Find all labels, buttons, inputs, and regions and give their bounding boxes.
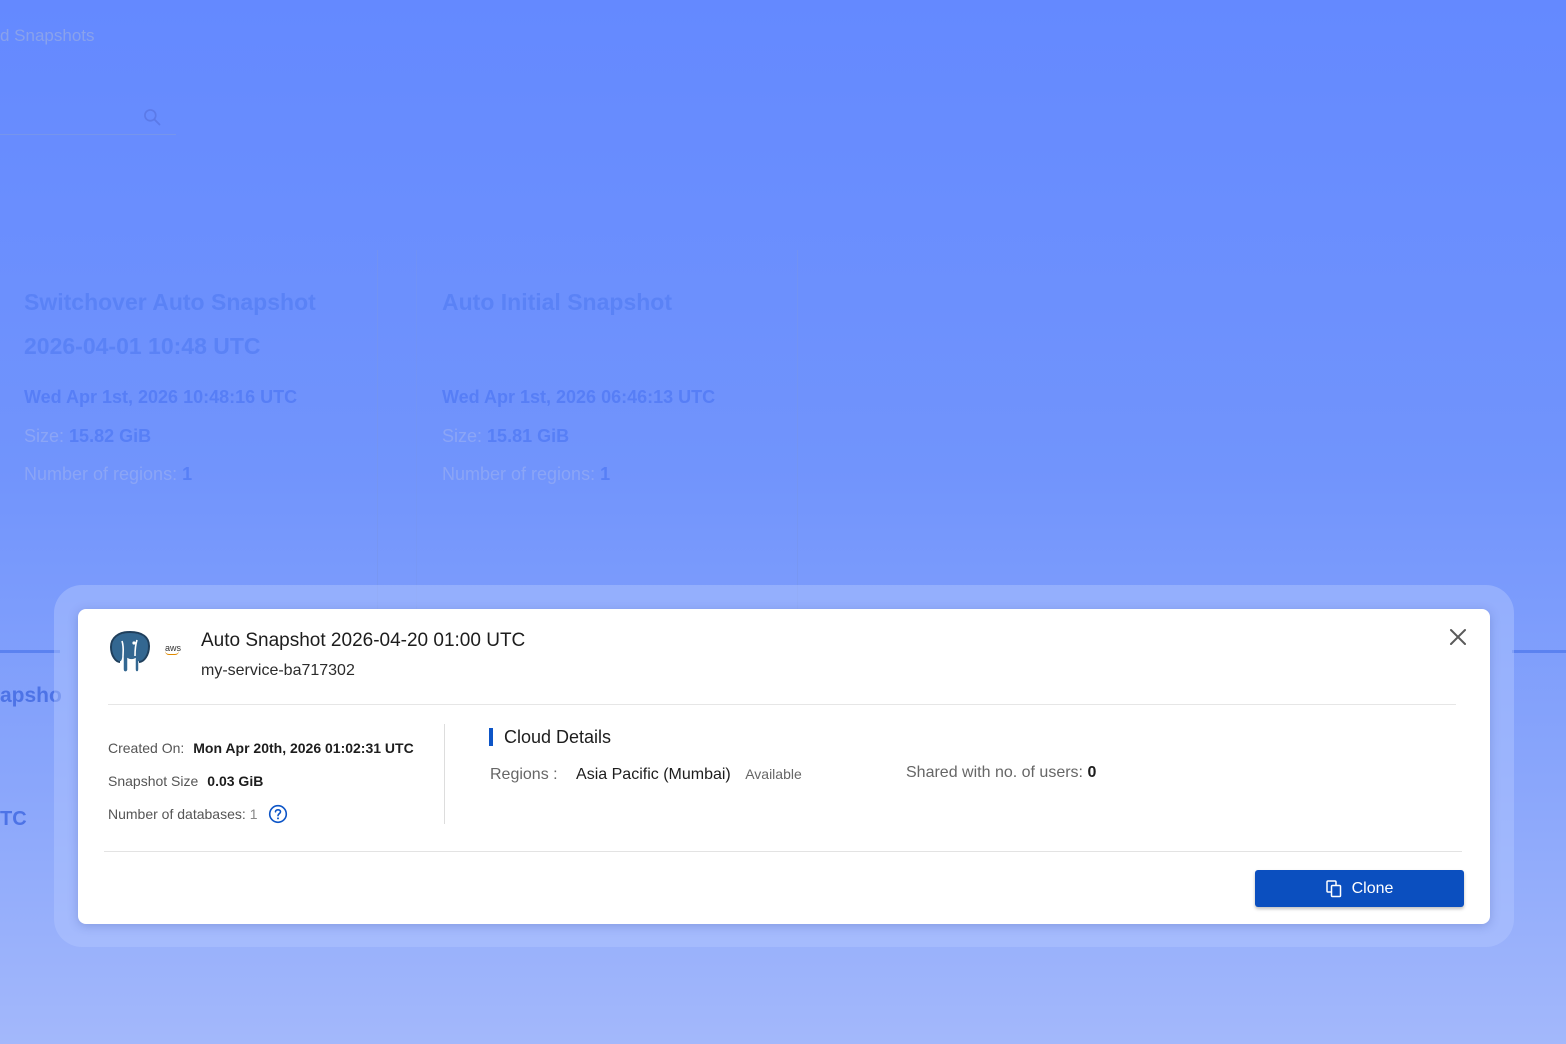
section-title-fragment: apsho xyxy=(0,684,62,707)
aws-logo-icon: aws xyxy=(165,643,182,655)
copy-icon xyxy=(1325,879,1341,897)
snapshot-card-size: Size: 15.82 GiB xyxy=(24,426,152,446)
header-divider xyxy=(108,704,1456,705)
help-icon[interactable] xyxy=(268,804,288,824)
snapshot-card-title: Switchover Auto Snapshot 2026-04-01 10:4… xyxy=(24,289,316,359)
regions-label: Regions : xyxy=(490,766,558,783)
snapshot-size-row: Snapshot Size 0.03 GiB xyxy=(108,772,264,789)
vertical-divider xyxy=(444,724,445,824)
snapshot-card-regions: Number of regions: 1 xyxy=(24,464,193,484)
footer-divider xyxy=(104,851,1462,852)
snapshot-info: Created On: Mon Apr 20th, 2026 01:02:31 … xyxy=(108,731,448,830)
databases-value: 1 xyxy=(249,805,258,822)
snapshot-details-modal: aws Auto Snapshot 2026-04-20 01:00 UTC m… xyxy=(78,609,1490,924)
postgresql-elephant-icon xyxy=(109,631,151,673)
created-on-row: Created On: Mon Apr 20th, 2026 01:02:31 … xyxy=(108,739,414,756)
clone-button[interactable]: Clone xyxy=(1255,870,1464,907)
cloud-details-heading: Cloud Details xyxy=(489,728,611,746)
created-on-value: Mon Apr 20th, 2026 01:02:31 UTC xyxy=(193,739,414,756)
region-name: Asia Pacific (Mumbai) xyxy=(576,766,731,783)
section-text-fragment: TC xyxy=(0,808,27,830)
regions-row: Regions : Asia Pacific (Mumbai) Availabl… xyxy=(490,766,802,784)
snapshot-size-value: 0.03 GiB xyxy=(207,772,264,789)
databases-row: Number of databases: 1 xyxy=(108,797,448,830)
snapshot-card-title: Auto Initial Snapshot xyxy=(442,289,672,315)
service-name: my-service-ba717302 xyxy=(201,662,355,679)
shared-users-count: 0 xyxy=(1087,764,1097,781)
close-icon[interactable] xyxy=(1446,625,1470,649)
snapshot-card-date: Wed Apr 1st, 2026 10:48:16 UTC xyxy=(24,387,298,407)
search-icon[interactable] xyxy=(142,107,162,127)
snapshot-card-regions: Number of regions: 1 xyxy=(442,464,611,484)
modal-title: Auto Snapshot 2026-04-20 01:00 UTC xyxy=(201,630,526,651)
snapshot-card[interactable]: Switchover Auto Snapshot 2026-04-01 10:4… xyxy=(0,250,378,610)
snapshot-card-date: Wed Apr 1st, 2026 06:46:13 UTC xyxy=(442,387,716,407)
region-status: Available xyxy=(745,766,802,782)
snapshot-card-size: Size: 15.81 GiB xyxy=(442,426,570,446)
section-divider xyxy=(0,650,60,653)
search-input[interactable] xyxy=(0,98,176,135)
breadcrumb: d Snapshots xyxy=(0,26,95,45)
clone-button-label: Clone xyxy=(1351,879,1394,897)
shared-users-row: Shared with no. of users: 0 xyxy=(906,764,1097,781)
snapshot-card[interactable]: Auto Initial Snapshot Wed Apr 1st, 2026 … xyxy=(416,250,798,610)
section-divider xyxy=(1512,650,1566,653)
